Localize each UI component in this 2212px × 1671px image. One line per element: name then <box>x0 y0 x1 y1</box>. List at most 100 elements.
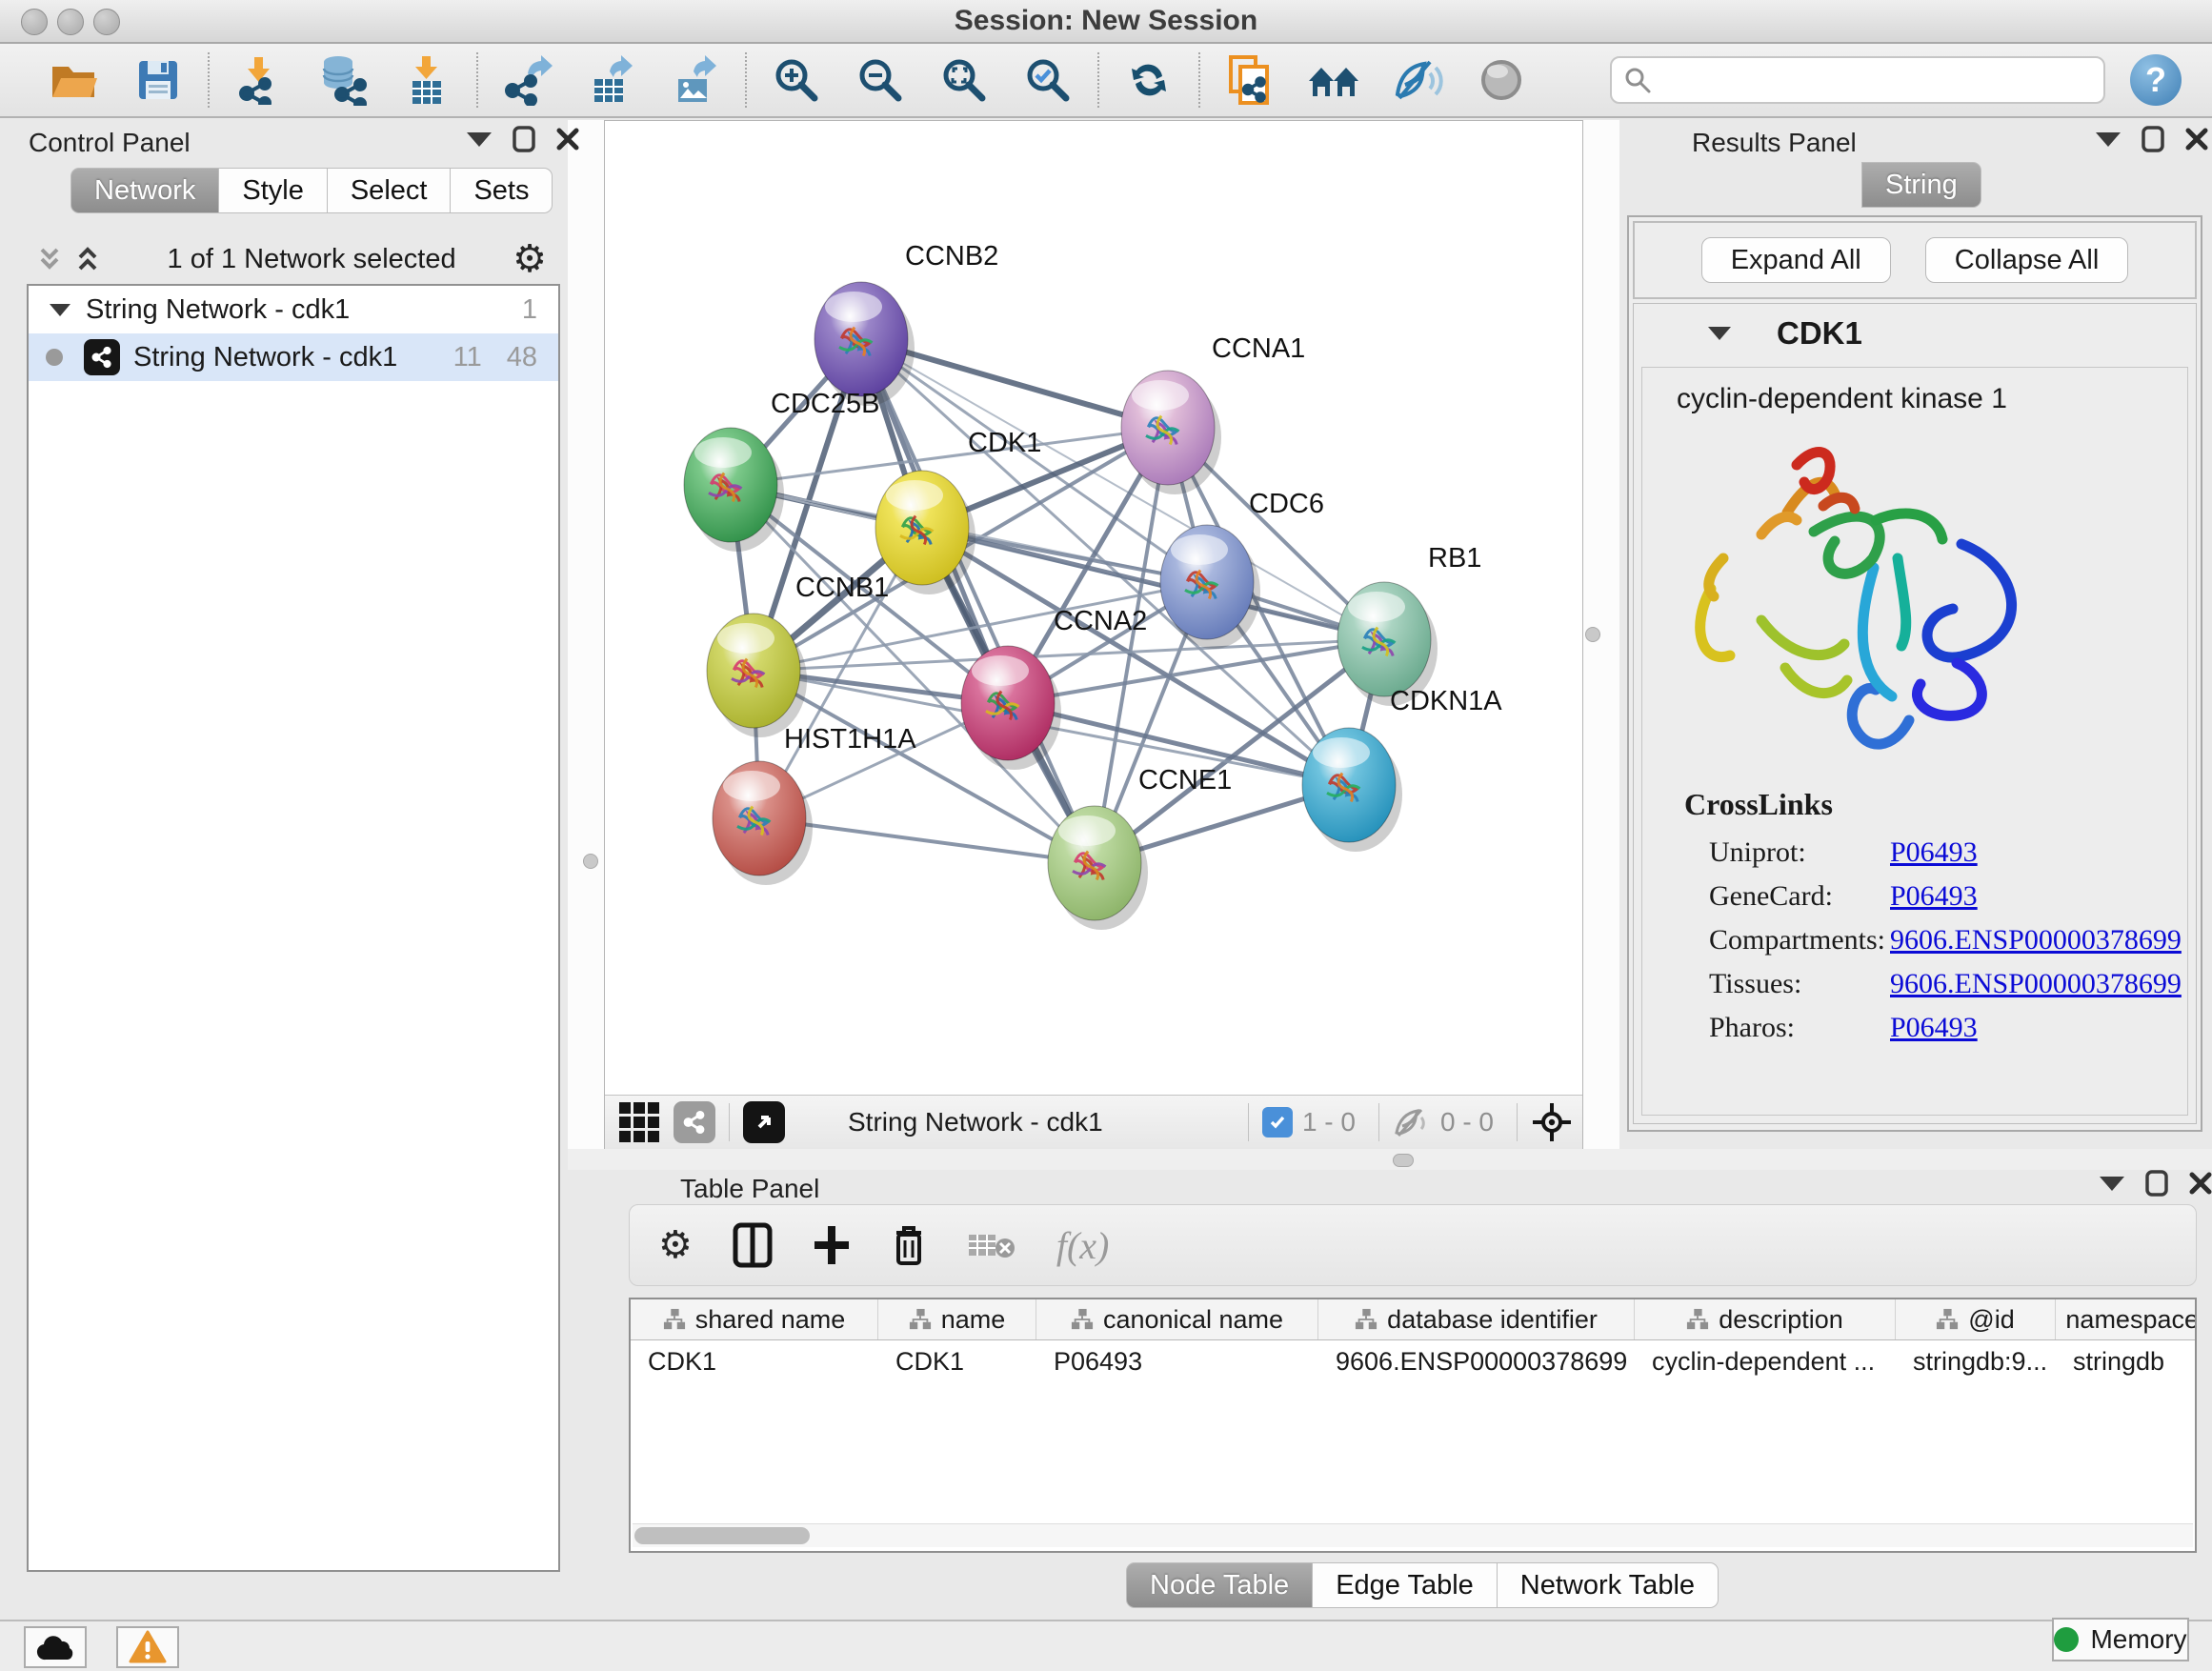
cell-shared-name[interactable]: CDK1 <box>631 1347 878 1377</box>
hide-selected-button[interactable] <box>1376 50 1459 110</box>
cloud-status-button[interactable] <box>24 1626 87 1668</box>
column-header-description[interactable]: description <box>1635 1299 1896 1339</box>
export-network-button[interactable] <box>486 50 570 110</box>
cell-description[interactable]: cyclin-dependent ... <box>1635 1347 1896 1377</box>
refresh-button[interactable] <box>1107 50 1191 110</box>
network-collection-row[interactable]: String Network - cdk1 1 <box>29 286 558 333</box>
panel-float-button[interactable] <box>2142 126 2164 152</box>
birds-eye-toggle-icon[interactable] <box>1531 1101 1573 1143</box>
panel-float-button[interactable] <box>2145 1170 2168 1197</box>
panel-close-button[interactable] <box>2189 1172 2212 1195</box>
network-node-CDKN1A[interactable]: CDKN1A <box>1302 686 1502 852</box>
column-header-database-identifier[interactable]: database identifier <box>1318 1299 1635 1339</box>
table-options-gear-icon[interactable]: ⚙ <box>658 1226 693 1264</box>
network-row[interactable]: String Network - cdk1 11 48 <box>29 333 558 381</box>
tab-node-table[interactable]: Node Table <box>1126 1562 1313 1608</box>
birds-eye-view-icon[interactable] <box>743 1101 785 1143</box>
collapse-all-button[interactable]: Collapse All <box>1925 237 2129 283</box>
collapse-all-icon[interactable] <box>34 244 65 274</box>
network-options-gear-icon[interactable]: ⚙ <box>513 240 547 278</box>
export-image-button[interactable] <box>654 50 737 110</box>
zoom-in-button[interactable] <box>754 50 838 110</box>
column-header-id[interactable]: @id <box>1896 1299 2056 1339</box>
cell-namespace[interactable]: stringdb <box>2056 1347 2197 1377</box>
import-network-file-button[interactable] <box>217 50 301 110</box>
panel-menu-button[interactable] <box>467 132 492 147</box>
search-icon <box>1623 66 1652 94</box>
protein-expander-icon[interactable] <box>1708 327 1731 340</box>
export-table-button[interactable] <box>570 50 654 110</box>
network-node-HIST1H1A[interactable]: HIST1H1A <box>713 724 916 885</box>
network-node-CCNE1[interactable]: CCNE1 <box>1048 765 1232 930</box>
table-row[interactable]: CDK1 CDK1 P06493 9606.ENSP00000378699 cy… <box>631 1340 2195 1382</box>
panel-menu-button[interactable] <box>2100 1177 2124 1191</box>
open-folder-icon <box>50 59 99 101</box>
tab-network-table[interactable]: Network Table <box>1498 1562 1719 1608</box>
crosslink-value-link[interactable]: P06493 <box>1890 836 1978 869</box>
selected-checkbox-icon[interactable] <box>1262 1107 1293 1137</box>
expand-all-icon[interactable] <box>72 244 103 274</box>
zoom-out-button[interactable] <box>838 50 922 110</box>
network-node-CDC6[interactable]: CDC6 <box>1160 489 1324 649</box>
cell-id[interactable]: stringdb:9... <box>1896 1347 2056 1377</box>
column-header-name[interactable]: name <box>878 1299 1036 1339</box>
right-splitter-handle[interactable] <box>1585 627 1600 642</box>
search-input[interactable] <box>1661 65 2092 96</box>
column-type-icon <box>1686 1308 1709 1331</box>
column-header-shared-name[interactable]: shared name <box>631 1299 878 1339</box>
cell-canonical-name[interactable]: P06493 <box>1036 1347 1318 1377</box>
neighbors-button[interactable] <box>1292 50 1376 110</box>
horizontal-splitter-handle[interactable] <box>1393 1154 1414 1167</box>
panel-close-button[interactable] <box>556 128 579 151</box>
zoom-selected-button[interactable] <box>1006 50 1090 110</box>
crosslink-value-link[interactable]: 9606.ENSP00000378699 <box>1890 968 2182 1000</box>
network-node-CCNB1[interactable]: CCNB1 <box>707 573 889 737</box>
tab-string[interactable]: String <box>1861 162 1981 208</box>
cell-name[interactable]: CDK1 <box>878 1347 1036 1377</box>
zoom-fit-button[interactable] <box>922 50 1006 110</box>
crosslink-value-link[interactable]: P06493 <box>1890 1012 1978 1044</box>
left-splitter[interactable] <box>568 120 604 1149</box>
import-table-button[interactable] <box>385 50 469 110</box>
tab-style[interactable]: Style <box>219 168 327 213</box>
tab-select[interactable]: Select <box>328 168 452 213</box>
add-column-icon[interactable] <box>813 1224 851 1266</box>
memory-button[interactable]: Memory <box>2052 1618 2189 1661</box>
network-tree: String Network - cdk1 1 String Network -… <box>27 284 560 1572</box>
help-button[interactable]: ? <box>2130 54 2182 106</box>
show-columns-icon[interactable] <box>733 1222 773 1268</box>
left-splitter-handle[interactable] <box>583 854 598 869</box>
warning-status-button[interactable] <box>116 1626 179 1668</box>
delete-column-icon[interactable] <box>891 1223 927 1267</box>
network-status-dot-icon <box>46 349 63 366</box>
tab-network[interactable]: Network <box>70 168 219 213</box>
table-horizontal-scrollbar[interactable] <box>633 1523 2193 1547</box>
network-share-view-icon[interactable] <box>674 1101 715 1143</box>
delete-table-icon <box>967 1229 1016 1261</box>
clone-network-button[interactable] <box>1208 50 1292 110</box>
grid-view-icon[interactable] <box>618 1101 660 1143</box>
network-node-RB1[interactable]: RB1 <box>1337 543 1481 706</box>
crosslink-value-link[interactable]: P06493 <box>1890 880 1978 913</box>
title-bar: Session: New Session <box>0 0 2212 44</box>
preview-lens-button[interactable] <box>1459 50 1543 110</box>
save-session-button[interactable] <box>116 50 200 110</box>
column-header-canonical-name[interactable]: canonical name <box>1036 1299 1318 1339</box>
open-session-button[interactable] <box>32 50 116 110</box>
network-edge-CCNB2-CCNE1[interactable] <box>861 339 1095 863</box>
column-header-namespace[interactable]: namespace <box>2056 1299 2197 1339</box>
tab-sets[interactable]: Sets <box>451 168 553 213</box>
panel-close-button[interactable] <box>2185 128 2208 151</box>
tab-edge-table[interactable]: Edge Table <box>1313 1562 1498 1608</box>
panel-menu-button[interactable] <box>2096 132 2121 147</box>
cell-database-identifier[interactable]: 9606.ENSP00000378699 <box>1318 1347 1635 1377</box>
expand-all-button[interactable]: Expand All <box>1701 237 1891 283</box>
collection-expander-icon[interactable] <box>50 304 70 316</box>
import-network-database-button[interactable] <box>301 50 385 110</box>
network-canvas[interactable]: CCNB2CCNA1CDC25BCDK1CDC6RB1CCNB1CCNA2CDK… <box>605 121 1582 1095</box>
search-field[interactable] <box>1610 56 2105 104</box>
horizontal-splitter[interactable] <box>568 1149 2212 1170</box>
panel-float-button[interactable] <box>513 126 535 152</box>
scrollbar-thumb[interactable] <box>634 1527 810 1544</box>
crosslink-value-link[interactable]: 9606.ENSP00000378699 <box>1890 924 2182 956</box>
